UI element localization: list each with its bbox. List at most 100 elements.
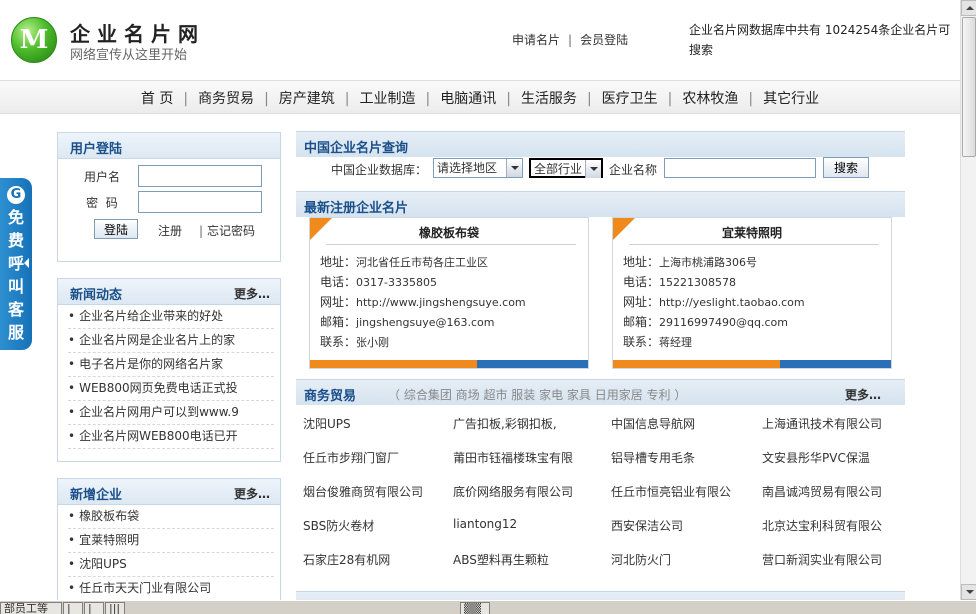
card-phone-row: 电话：15221308578 <box>623 273 736 290</box>
trade-categories[interactable]: （ 综合集团 商场 超市 服装 家电 家具 日用家居 专利 ） <box>388 386 686 403</box>
card-field-value: 蒋经理 <box>659 336 693 349</box>
news-item[interactable]: 企业名片网WEB800电话已开 <box>68 425 274 449</box>
nav-item-other[interactable]: 其它行业 <box>763 88 819 108</box>
trade-company-link[interactable]: 文安县彤华PVC保温 <box>762 449 870 466</box>
scrollbar-thumb[interactable] <box>962 17 976 157</box>
trade-company-link[interactable]: ABS塑料再生颗粒 <box>453 551 549 568</box>
news-item[interactable]: WEB800网页免费电话正式投 <box>68 377 274 401</box>
new-company-item[interactable]: 沈阳UPS <box>68 553 274 577</box>
free-call-service-tab[interactable]: G 免 费 呼 叫 客 服 <box>0 178 32 350</box>
nav-item-trade[interactable]: 商务贸易 <box>198 88 254 108</box>
nav-item-medical[interactable]: 医疗卫生 <box>602 88 658 108</box>
card-email-row: 邮箱：jingshengsuye@163.com <box>320 313 494 330</box>
company-name-input[interactable] <box>664 158 816 178</box>
card-field-label: 地址： <box>623 255 660 269</box>
trade-company-link[interactable]: 烟台俊雅商贸有限公司 <box>303 483 423 500</box>
trade-company-link[interactable]: 河北防火门 <box>611 551 671 568</box>
business-card[interactable]: 宜莱特照明 地址：上海市桃浦路306号 电话：15221308578 网址：ht… <box>612 217 892 369</box>
card-field-value[interactable]: jingshengsuye@163.com <box>356 316 494 329</box>
new-companies-more-link[interactable]: 更多… <box>234 485 270 502</box>
password-input[interactable] <box>138 191 262 213</box>
new-company-item[interactable]: 任丘市天天门业有限公司 <box>68 577 274 601</box>
trade-company-link[interactable]: liantong12 <box>453 517 517 531</box>
new-company-item[interactable]: 宜莱特照明 <box>68 529 274 553</box>
taskbar-item[interactable]: ▒▒ <box>460 602 490 614</box>
trade-company-link[interactable]: 南昌诚鸿贸易有限公司 <box>762 483 882 500</box>
new-company-item[interactable]: 橡胶板布袋 <box>68 505 274 529</box>
trade-company-link[interactable]: SBS防火卷材 <box>303 517 374 534</box>
nav-separator: | <box>748 91 754 107</box>
apply-card-link[interactable]: 申请名片 <box>512 33 560 47</box>
trade-more-link[interactable]: 更多… <box>845 386 881 403</box>
vertical-scrollbar[interactable] <box>960 0 976 600</box>
chevron-down-icon[interactable] <box>506 159 522 177</box>
card-field-value[interactable]: 29116997490@qq.com <box>659 316 788 329</box>
taskbar-item[interactable]: | <box>84 602 104 614</box>
card-field-value[interactable]: http://www.jingshengsuye.com <box>356 296 526 309</box>
nav-item-home[interactable]: 首 页 <box>141 88 173 108</box>
card-field-label: 地址： <box>320 255 357 269</box>
taskbar-item[interactable]: ||| <box>105 602 125 614</box>
nav-separator: | <box>667 91 673 107</box>
news-item[interactable]: 企业名片给企业带来的好处 <box>68 305 274 329</box>
login-button[interactable]: 登陆 <box>94 219 138 239</box>
card-field-value[interactable]: http://yeslight.taobao.com <box>659 296 805 309</box>
trade-company-link[interactable]: 底价网络服务有限公司 <box>453 483 573 500</box>
trade-company-link[interactable]: 石家庄28有机网 <box>303 551 390 568</box>
trade-company-link[interactable]: 上海通讯技术有限公司 <box>762 415 882 432</box>
scroll-down-arrow-icon[interactable] <box>961 584 976 600</box>
region-select[interactable]: 请选择地区 <box>433 158 523 178</box>
card-company-name[interactable]: 宜莱特照明 <box>613 224 891 241</box>
nav-item-agriculture[interactable]: 农林牧渔 <box>682 88 738 108</box>
trade-company-link[interactable]: 中国信息导航网 <box>611 415 695 432</box>
news-item[interactable]: 企业名片网是企业名片上的家 <box>68 329 274 353</box>
float-tab-char: 客 <box>7 300 24 319</box>
card-field-value: 上海市桃浦路306号 <box>659 256 758 269</box>
search-button[interactable]: 搜索 <box>823 157 869 178</box>
nav-item-computers[interactable]: 电脑通讯 <box>440 88 496 108</box>
nav-item-industry[interactable]: 工业制造 <box>360 88 416 108</box>
news-item[interactable]: 电子名片是你的网络名片家 <box>68 353 274 377</box>
nav-item-realestate[interactable]: 房产建筑 <box>279 88 335 108</box>
scroll-up-arrow-icon[interactable] <box>961 0 976 16</box>
trade-company-link[interactable]: 北京达宝利科贸有限公 <box>762 517 882 534</box>
company-name-label: 企业名称 <box>609 163 658 177</box>
float-tab-char: 服 <box>7 323 24 342</box>
card-field-value: 0317-3335805 <box>356 276 437 289</box>
taskbar-item[interactable]: | <box>63 602 83 614</box>
new-companies-box: 新增企业 更多… 橡胶板布袋 宜莱特照明 沈阳UPS 任丘市天天门业有限公司 <box>57 478 281 608</box>
trade-company-link[interactable]: 沈阳UPS <box>303 415 351 432</box>
trade-company-link[interactable]: 任丘市步翔门窗厂 <box>303 449 399 466</box>
taskbar-item[interactable]: 部员工等 <box>0 602 62 614</box>
industry-select[interactable]: 全部行业 <box>529 158 603 178</box>
nav-separator: | <box>183 91 189 107</box>
card-field-label: 邮箱： <box>623 315 660 329</box>
site-logo[interactable]: M <box>11 17 57 63</box>
trade-section-header: 商务贸易 （ 综合集团 商场 超市 服装 家电 家具 日用家居 专利 ） 更多… <box>296 379 905 405</box>
business-card[interactable]: 橡胶板布袋 地址：河北省任丘市苟各庄工业区 电话：0317-3335805 网址… <box>309 217 589 369</box>
news-more-link[interactable]: 更多… <box>234 285 270 302</box>
trade-company-link[interactable]: 营口新润实业有限公司 <box>762 551 882 568</box>
trade-company-link[interactable]: 广告扣板,彩钢扣板, <box>453 415 557 432</box>
forgot-password-link[interactable]: 忘记密码 <box>207 224 255 238</box>
database-info: 企业名片网数据库中共有 1024254条企业名片可搜索 <box>689 23 951 57</box>
collapse-arrow-icon[interactable] <box>24 258 29 268</box>
new-companies-title: 新增企业 <box>70 488 123 503</box>
chevron-down-icon[interactable] <box>585 160 601 178</box>
nav-item-life-services[interactable]: 生活服务 <box>521 88 577 108</box>
card-field-label: 邮箱： <box>320 315 357 329</box>
news-item[interactable]: 企业名片网用户可以到www.9 <box>68 401 274 425</box>
latest-cards-header: 最新注册企业名片 <box>296 191 905 217</box>
member-login-link[interactable]: 会员登陆 <box>580 33 628 47</box>
top-links-separator: | <box>568 33 573 47</box>
username-input[interactable] <box>138 165 262 187</box>
site-name[interactable]: 企业名片网 <box>70 18 205 47</box>
trade-company-link[interactable]: 任丘市恒亮铝业有限公 <box>611 483 731 500</box>
trade-company-link[interactable]: 西安保洁公司 <box>611 517 683 534</box>
card-company-name[interactable]: 橡胶板布袋 <box>310 224 588 241</box>
trade-company-link[interactable]: 铝导槽专用毛条 <box>611 449 695 466</box>
trade-company-link[interactable]: 莆田市钰福楼珠宝有限 <box>453 449 573 466</box>
news-title: 新闻动态 <box>70 288 123 303</box>
register-link[interactable]: 注册 <box>158 222 182 239</box>
trade-section-title[interactable]: 商务贸易 <box>304 385 356 404</box>
